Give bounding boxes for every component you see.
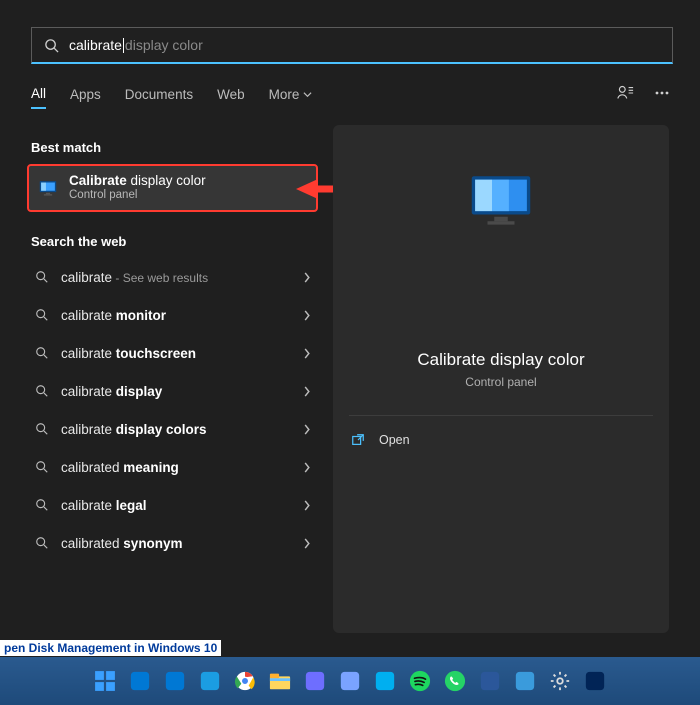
web-result-text: calibrate touchscreen xyxy=(61,346,196,361)
tab-apps[interactable]: Apps xyxy=(70,81,101,108)
open-icon xyxy=(351,433,365,447)
taskbar-start-icon[interactable] xyxy=(92,668,118,694)
taskbar-people-icon[interactable] xyxy=(162,668,188,694)
tab-web[interactable]: Web xyxy=(217,81,245,108)
preview-title: Calibrate display color xyxy=(333,350,669,370)
search-ghost-text: display color xyxy=(125,37,203,53)
web-result-item[interactable]: calibrate display xyxy=(27,372,319,410)
web-result-item[interactable]: calibrated meaning xyxy=(27,448,319,486)
best-match-label: Best match xyxy=(31,140,101,155)
chevron-right-icon xyxy=(303,462,311,473)
search-top-actions xyxy=(616,84,670,102)
chevron-right-icon xyxy=(303,424,311,435)
search-typed-text: calibrate xyxy=(69,37,122,53)
web-result-item[interactable]: calibrate legal xyxy=(27,486,319,524)
web-result-item[interactable]: calibrate monitor xyxy=(27,296,319,334)
web-result-item[interactable]: calibrate - See web results xyxy=(27,258,319,296)
taskbar-notes-icon[interactable] xyxy=(337,668,363,694)
tab-documents[interactable]: Documents xyxy=(125,81,193,108)
web-results-list: calibrate - See web results calibrate mo… xyxy=(27,258,319,562)
taskbar-skype-icon[interactable] xyxy=(372,668,398,694)
search-icon xyxy=(35,346,49,360)
chevron-right-icon xyxy=(303,538,311,549)
taskbar-settings-icon[interactable] xyxy=(547,668,573,694)
tab-all[interactable]: All xyxy=(31,80,46,109)
chevron-right-icon xyxy=(303,272,311,283)
search-input-container[interactable]: calibrate display color xyxy=(31,27,673,64)
taskbar-whatsapp-icon[interactable] xyxy=(442,668,468,694)
search-icon xyxy=(35,308,49,322)
chevron-right-icon xyxy=(303,310,311,321)
web-result-text: calibrate - See web results xyxy=(61,270,208,285)
search-icon xyxy=(35,460,49,474)
chevron-right-icon xyxy=(303,386,311,397)
start-search-panel: calibrate display color All Apps Documen… xyxy=(0,0,700,657)
search-icon xyxy=(35,384,49,398)
taskbar-explorer-icon[interactable] xyxy=(267,668,293,694)
tab-more[interactable]: More xyxy=(269,81,313,108)
web-result-text: calibrate legal xyxy=(61,498,147,513)
best-match-subtitle: Control panel xyxy=(69,189,206,203)
search-icon xyxy=(44,38,59,53)
search-tabs: All Apps Documents Web More xyxy=(31,80,312,109)
chevron-right-icon xyxy=(303,500,311,511)
web-result-text: calibrated meaning xyxy=(61,460,179,475)
more-options-icon[interactable] xyxy=(654,85,670,101)
preview-open-label: Open xyxy=(379,433,410,447)
taskbar xyxy=(0,657,700,705)
search-icon xyxy=(35,422,49,436)
preview-subtitle: Control panel xyxy=(333,375,669,389)
best-match-text: Calibrate display color Control panel xyxy=(69,173,206,203)
taskbar-outlook-icon[interactable] xyxy=(127,668,153,694)
search-icon xyxy=(35,270,49,284)
best-match-item[interactable]: Calibrate display color Control panel xyxy=(27,164,318,212)
preview-monitor-icon xyxy=(465,165,537,237)
chevron-right-icon xyxy=(303,348,311,359)
chevron-down-icon xyxy=(303,90,312,99)
web-result-text: calibrate monitor xyxy=(61,308,166,323)
monitor-icon xyxy=(37,177,59,199)
background-link-text: pen Disk Management in Windows 10 xyxy=(0,640,221,656)
taskbar-spotify-icon[interactable] xyxy=(407,668,433,694)
tab-more-label: More xyxy=(269,87,300,102)
web-result-text: calibrate display colors xyxy=(61,422,207,437)
web-result-text: calibrated synonym xyxy=(61,536,183,551)
web-result-item[interactable]: calibrate touchscreen xyxy=(27,334,319,372)
preview-divider xyxy=(349,415,653,416)
taskbar-word-icon[interactable] xyxy=(477,668,503,694)
taskbar-chrome-icon[interactable] xyxy=(232,668,258,694)
search-icon xyxy=(35,536,49,550)
account-icon[interactable] xyxy=(616,84,634,102)
search-web-label: Search the web xyxy=(31,234,126,249)
taskbar-screen-icon[interactable] xyxy=(512,668,538,694)
web-result-text: calibrate display xyxy=(61,384,162,399)
preview-open-action[interactable]: Open xyxy=(351,433,410,447)
web-result-item[interactable]: calibrated synonym xyxy=(27,524,319,562)
result-preview-panel: Calibrate display color Control panel Op… xyxy=(333,125,669,633)
search-icon xyxy=(35,498,49,512)
taskbar-edge-icon[interactable] xyxy=(197,668,223,694)
text-caret xyxy=(123,38,124,53)
taskbar-snip-icon[interactable] xyxy=(302,668,328,694)
best-match-title: Calibrate display color xyxy=(69,173,206,189)
taskbar-powershell-icon[interactable] xyxy=(582,668,608,694)
web-result-item[interactable]: calibrate display colors xyxy=(27,410,319,448)
